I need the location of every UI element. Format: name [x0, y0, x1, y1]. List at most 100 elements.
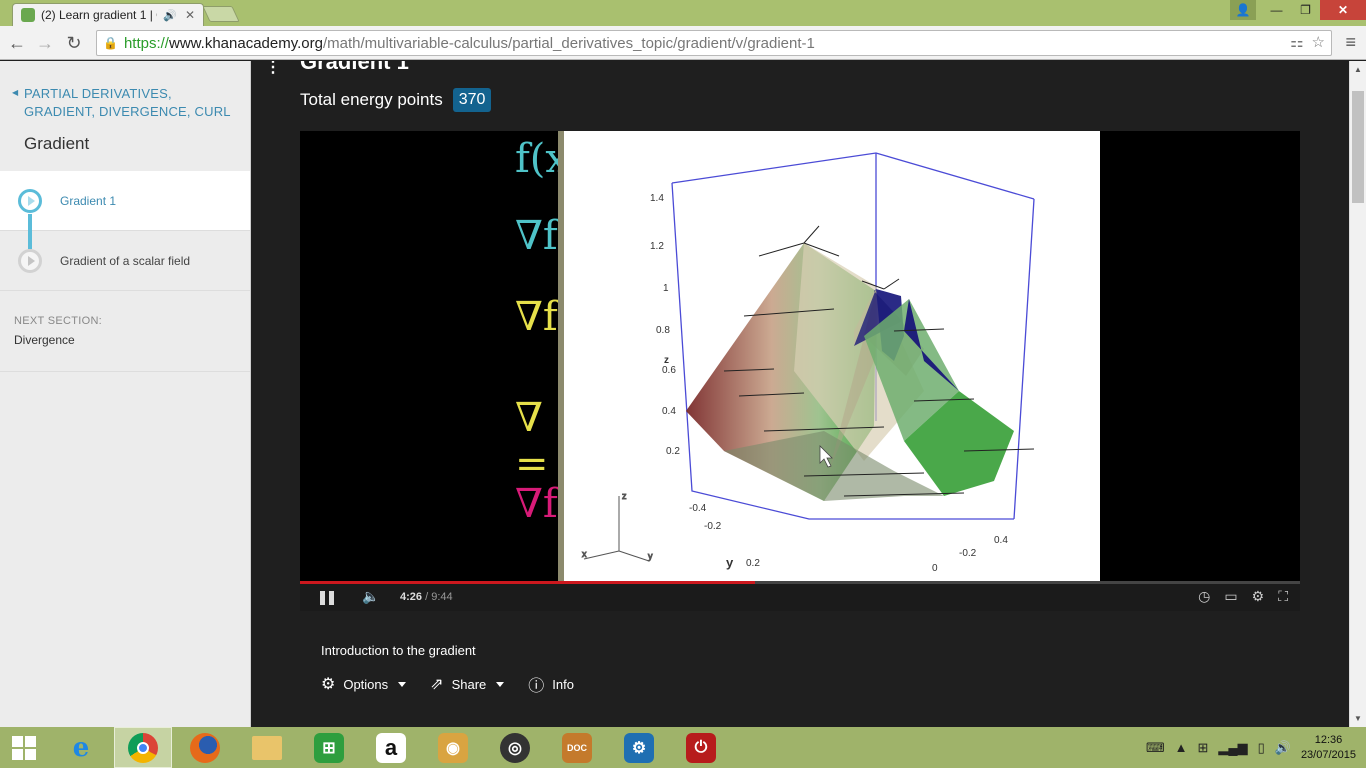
chevron-down-icon: [496, 681, 505, 687]
sidebar-item-label: Gradient of a scalar field: [60, 253, 191, 268]
scroll-up-icon[interactable]: ▲: [1354, 65, 1362, 74]
captions-icon[interactable]: ▭: [1224, 588, 1237, 605]
action-center-icon[interactable]: ⊞: [1197, 740, 1208, 756]
tab-strip: (2) Learn gradient 1 | G 🔊 ✕ 👤 — ❐ ✕: [0, 0, 1366, 26]
tab-close-icon[interactable]: ✕: [183, 8, 197, 22]
back-arrow-icon[interactable]: ←: [6, 32, 28, 54]
network-signal-icon[interactable]: ▂▄▆: [1218, 740, 1247, 756]
settings-app-icon: ⚙: [624, 732, 654, 763]
x-tick: -0.2: [959, 548, 977, 559]
taskbar-firefox[interactable]: [176, 727, 234, 768]
user-profile-icon[interactable]: 👤: [1230, 0, 1256, 20]
taskbar-doc-app[interactable]: DOC: [548, 727, 606, 768]
window-controls: 👤 — ❐ ✕: [1230, 0, 1366, 20]
firefox-icon: [190, 732, 220, 763]
next-section[interactable]: NEXT SECTION: Divergence: [0, 292, 250, 372]
start-button[interactable]: [0, 727, 48, 768]
translate-icon[interactable]: ⚏: [1290, 33, 1303, 51]
keyboard-icon[interactable]: ⌨: [1146, 740, 1165, 756]
scroll-thumb[interactable]: [1352, 91, 1364, 203]
bookmark-star-icon[interactable]: ☆: [1312, 33, 1325, 51]
video-description: Introduction to the gradient: [321, 643, 476, 658]
z-tick: 1.4: [650, 193, 664, 204]
volume-icon[interactable]: 🔈: [362, 588, 379, 605]
windows-logo-icon: [12, 735, 36, 760]
settings-gear-icon[interactable]: ⚙: [1252, 588, 1265, 605]
new-tab-button[interactable]: [202, 6, 240, 22]
browser-tab[interactable]: (2) Learn gradient 1 | G 🔊 ✕: [12, 3, 204, 26]
khan-favicon-icon: [21, 8, 35, 22]
watch-later-icon[interactable]: ◷: [1198, 588, 1210, 605]
z-tick: 0.8: [656, 325, 670, 336]
main-content: ⋮ Gradient 1 Total energy points 370 f(x…: [251, 61, 1349, 727]
taskbar-store[interactable]: ⊞: [300, 727, 358, 768]
next-section-label: NEXT SECTION:: [14, 315, 103, 327]
fullscreen-icon[interactable]: ⛶: [1278, 588, 1288, 605]
x-tick: 0.2: [746, 558, 760, 569]
topic-back-link[interactable]: PARTIAL DERIVATIVES, GRADIENT, DIVERGENC…: [24, 85, 239, 121]
video-time: 4:26 / 9:44: [400, 591, 453, 603]
taskbar-media-app[interactable]: ◉: [424, 727, 482, 768]
page-title: Gradient 1: [300, 61, 409, 74]
sidebar-item-gradient-scalar-field[interactable]: Gradient of a scalar field: [0, 231, 250, 291]
triad-y: y: [648, 551, 653, 561]
surface-plot-svg: 1.4 1.2 1 0.8 0.6 0.4 0.2 z y -0.4 -0.2 …: [582, 152, 1035, 574]
chrome-menu-icon[interactable]: ≡: [1345, 32, 1356, 53]
taskbar-power-app[interactable]: ⏻: [672, 727, 730, 768]
share-label: Share: [451, 676, 487, 692]
video-progress-icon: [18, 248, 42, 273]
scroll-down-icon[interactable]: ▼: [1354, 714, 1362, 723]
board-symbol: ∇f: [515, 213, 558, 259]
doc-app-icon: DOC: [562, 732, 592, 763]
system-tray: ⌨ ▲ ⊞ ▂▄▆ ▯ 🔊 12:36 23/07/2015: [1146, 727, 1356, 768]
address-bar[interactable]: 🔒 https:// www.khanacademy.org /math/mul…: [96, 30, 1332, 56]
show-hidden-icons-icon[interactable]: ▲: [1175, 740, 1188, 755]
y-axis-letter: y: [726, 555, 734, 570]
taskbar-settings-app[interactable]: ⚙: [610, 727, 668, 768]
battery-icon[interactable]: ▯: [1258, 740, 1265, 756]
energy-label: Total energy points: [300, 90, 443, 109]
power-icon: ⏻: [686, 732, 716, 763]
taskbar-internet-explorer[interactable]: e: [52, 727, 110, 768]
taskbar-file-explorer[interactable]: [238, 727, 296, 768]
share-button[interactable]: ⇗ Share: [430, 674, 505, 694]
more-options-icon[interactable]: ⋮: [265, 61, 281, 77]
tab-title: (2) Learn gradient 1 | G: [41, 8, 158, 22]
x-tick: -0.4: [689, 503, 707, 514]
audio-playing-icon[interactable]: 🔊: [163, 9, 177, 22]
time-separator: /: [422, 591, 432, 603]
options-label: Options: [343, 676, 389, 692]
url-path: /math/multivariable-calculus/partial_der…: [322, 34, 815, 52]
taskbar-speaker-app[interactable]: ◎: [486, 727, 544, 768]
page-scrollbar[interactable]: ▲ ▼: [1349, 61, 1366, 727]
taskbar-amazon[interactable]: a: [362, 727, 420, 768]
sidebar-item-label: Gradient 1: [60, 193, 117, 208]
close-window-button[interactable]: ✕: [1320, 0, 1366, 20]
x-tick: 0: [932, 563, 938, 574]
restore-button[interactable]: ❐: [1291, 0, 1320, 20]
video-player[interactable]: f(x ∇f ∇f ∇ = ∇f 1.4 1.2 1 0.8 0.6 0.4 0…: [300, 131, 1300, 581]
chevron-down-icon: [398, 681, 407, 687]
sidebar-item-gradient-1[interactable]: Gradient 1: [0, 171, 250, 231]
chrome-icon: [128, 732, 158, 763]
volume-tray-icon[interactable]: 🔊: [1275, 740, 1291, 756]
options-button[interactable]: ⚙ Options: [321, 674, 407, 694]
gradient-surface-plot: 1.4 1.2 1 0.8 0.6 0.4 0.2 z y -0.4 -0.2 …: [564, 131, 1100, 581]
taskbar-chrome[interactable]: [114, 727, 172, 768]
minimize-button[interactable]: —: [1262, 0, 1291, 20]
pause-button[interactable]: [320, 591, 334, 605]
browser-toolbar: ← → ↻ 🔒 https:// www.khanacademy.org /ma…: [0, 26, 1366, 60]
video-progress-bar[interactable]: [300, 581, 1300, 584]
info-icon: ⓘ: [528, 678, 545, 695]
energy-points: Total energy points 370: [300, 88, 492, 112]
triad-x: x: [582, 549, 587, 559]
clock[interactable]: 12:36 23/07/2015: [1301, 733, 1356, 763]
info-button[interactable]: ⓘ Info: [528, 672, 574, 696]
next-section-title: Divergence: [14, 333, 75, 347]
reload-icon[interactable]: ↻: [63, 32, 85, 54]
video-progress-icon: [18, 188, 42, 213]
speaker-app-icon: ◎: [500, 732, 530, 763]
store-icon: ⊞: [314, 732, 344, 763]
board-symbol: ∇f: [515, 294, 558, 340]
forward-arrow-icon[interactable]: →: [34, 32, 56, 54]
